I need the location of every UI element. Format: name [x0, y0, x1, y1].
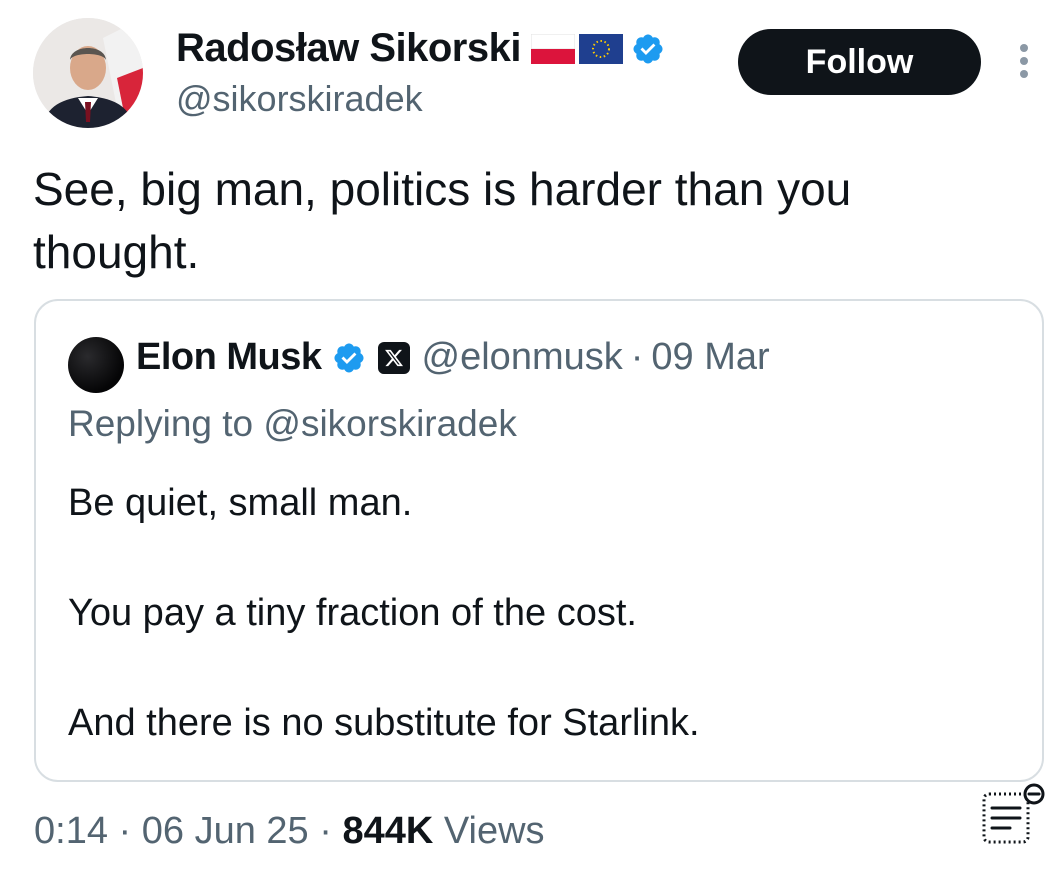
quoted-author-name: Elon Musk — [136, 336, 322, 378]
tweet-meta: 0:14 · 06 Jun 25 · 844K Views — [34, 810, 545, 853]
quoted-tweet-header: Elon Musk @elonmusk · 09 Mar — [136, 336, 770, 379]
author-name[interactable]: Radosław Sikorski — [176, 26, 521, 71]
quoted-tweet-date: 09 Mar — [651, 336, 770, 378]
analytics-icon[interactable] — [978, 780, 1048, 850]
quoted-author-handle: @elonmusk — [421, 336, 623, 378]
replying-to-text: Replying to @sikorskiradek — [68, 403, 517, 444]
views-label: Views — [443, 810, 545, 852]
dot-separator: · — [630, 336, 644, 378]
quoted-author-avatar — [68, 337, 124, 393]
x-logo-icon — [377, 341, 410, 374]
verified-badge-icon — [633, 33, 663, 64]
more-vertical-icon[interactable] — [1014, 44, 1034, 80]
tweet-date[interactable]: 06 Jun 25 — [142, 810, 309, 852]
author-handle[interactable]: @sikorskiradek — [176, 78, 423, 120]
quoted-text-line: You pay a tiny fraction of the cost. — [68, 592, 637, 634]
quoted-text-line: Be quiet, small man. — [68, 482, 413, 524]
follow-button[interactable]: Follow — [738, 29, 981, 95]
poland-flag-icon — [530, 33, 575, 64]
quoted-tweet-card[interactable]: Elon Musk @elonmusk · 09 Mar Replying to… — [34, 299, 1044, 782]
eu-flag-icon — [578, 33, 623, 64]
views-count: 844K — [342, 810, 434, 852]
tweet-text: See, big man, politics is harder than yo… — [33, 163, 852, 278]
dot-separator: · — [319, 810, 332, 852]
author-avatar[interactable] — [33, 18, 143, 128]
tweet-time[interactable]: 0:14 — [34, 810, 108, 852]
author-name-row: Radosław Sikorski — [176, 26, 665, 71]
dot-separator: · — [118, 810, 132, 852]
quoted-text-line: And there is no substitute for Starlink. — [68, 702, 700, 744]
verified-badge-icon — [334, 342, 364, 373]
